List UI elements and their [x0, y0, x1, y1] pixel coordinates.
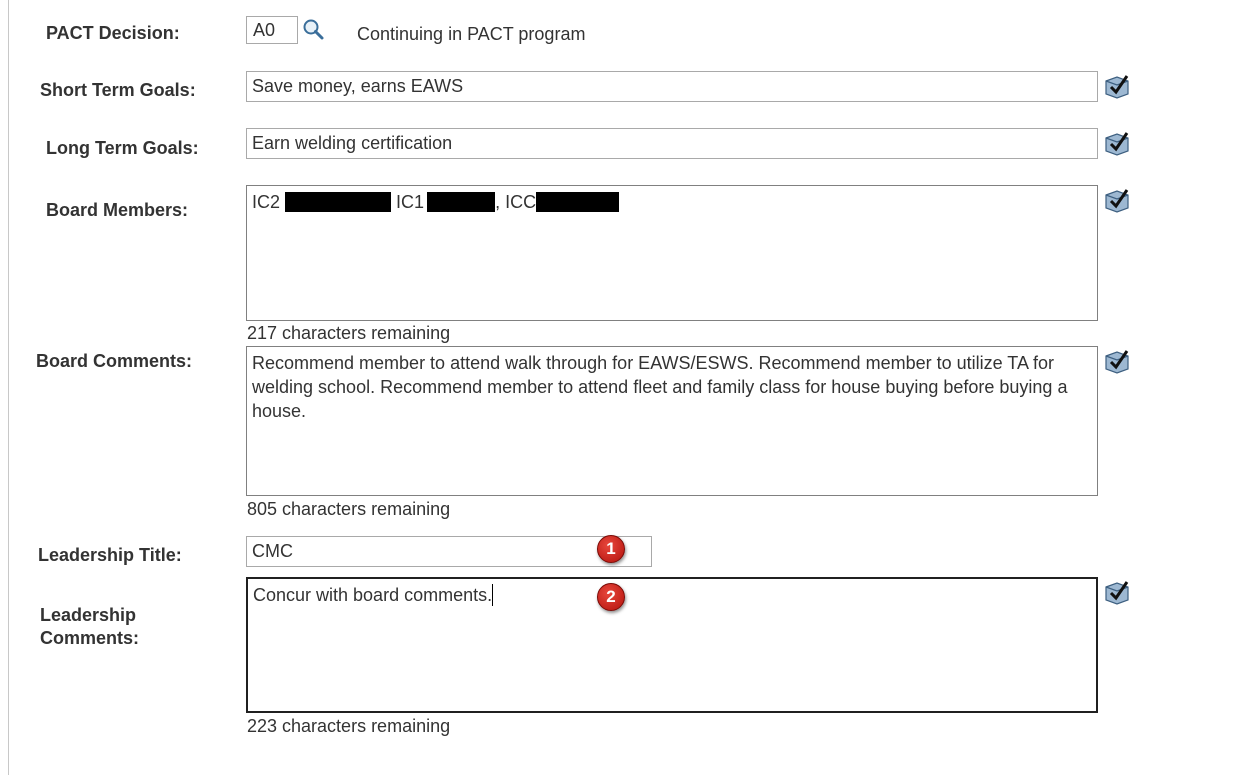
- spell-check-icon[interactable]: [1103, 186, 1131, 214]
- redaction-bar: [536, 192, 620, 212]
- spell-check-icon[interactable]: [1103, 578, 1131, 606]
- redaction-bar: [285, 192, 392, 212]
- spell-check-icon[interactable]: [1103, 129, 1131, 157]
- pact-decision-label: PACT Decision:: [46, 23, 180, 43]
- board-member-text-2: IC1: [396, 192, 425, 212]
- leadership-comments-text: Concur with board comments.: [253, 585, 493, 605]
- spell-check-icon[interactable]: [1103, 72, 1131, 100]
- pact-decision-description: Continuing in PACT program: [357, 24, 586, 44]
- board-member-text-3: , ICC: [495, 192, 537, 212]
- callout-badge-2: 2: [597, 583, 625, 611]
- board-comments-label: Board Comments:: [36, 351, 193, 371]
- long-term-goals-input[interactable]: Earn welding certification: [246, 128, 1098, 159]
- board-members-remaining: 217 characters remaining: [247, 323, 451, 343]
- text-cursor: [492, 584, 494, 606]
- left-border-rule: [8, 0, 9, 775]
- leadership-comments-remaining: 223 characters remaining: [247, 716, 451, 736]
- long-term-goals-label: Long Term Goals:: [46, 138, 199, 158]
- magnifier-lookup-icon[interactable]: [301, 17, 325, 41]
- short-term-goals-input[interactable]: Save money, earns EAWS: [246, 71, 1098, 102]
- leadership-comments-label-line2: Comments:: [40, 628, 140, 648]
- board-member-text-1: IC2: [252, 192, 281, 212]
- leadership-comments-textarea[interactable]: Concur with board comments.: [246, 577, 1098, 713]
- spell-check-icon[interactable]: [1103, 347, 1131, 375]
- short-term-goals-label: Short Term Goals:: [40, 80, 196, 100]
- board-members-label: Board Members:: [46, 200, 189, 220]
- callout-badge-1: 1: [597, 535, 625, 563]
- leadership-title-label: Leadership Title:: [38, 545, 182, 565]
- redaction-bar: [427, 192, 496, 212]
- pact-decision-input[interactable]: A0: [246, 16, 298, 44]
- leadership-title-input[interactable]: CMC: [246, 536, 652, 567]
- board-comments-remaining: 805 characters remaining: [247, 499, 451, 519]
- board-members-textarea[interactable]: IC2 IC1 , ICC: [246, 185, 1098, 321]
- board-comments-textarea[interactable]: Recommend member to attend walk through …: [246, 346, 1098, 496]
- leadership-comments-label-line1: Leadership: [40, 605, 137, 625]
